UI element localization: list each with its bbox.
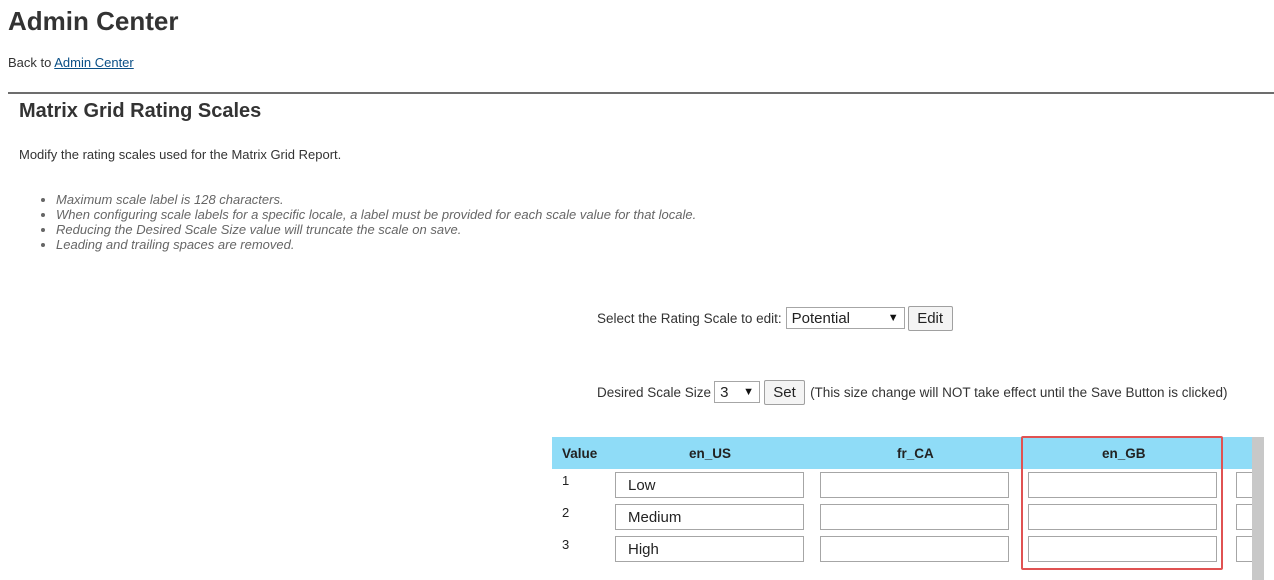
row-value: 1 <box>562 473 570 488</box>
header-value: Value <box>562 446 598 461</box>
en-gb-input[interactable] <box>1028 504 1217 530</box>
fr-ca-input[interactable] <box>820 472 1009 498</box>
header-en-us: en_US <box>689 446 732 461</box>
chevron-down-icon: ▼ <box>887 312 899 324</box>
en-gb-input[interactable] <box>1028 472 1217 498</box>
edit-button[interactable]: Edit <box>907 305 953 331</box>
scale-size-select[interactable]: 3 ▼ <box>714 381 761 403</box>
section-divider <box>8 92 1274 94</box>
fr-ca-input[interactable] <box>820 504 1009 530</box>
header-en-gb: en_GB <box>1102 446 1146 461</box>
note-item: Reducing the Desired Scale Size value wi… <box>56 222 696 237</box>
set-button[interactable]: Set <box>764 379 806 405</box>
section-description: Modify the rating scales used for the Ma… <box>19 147 342 162</box>
en-us-input[interactable]: High <box>615 536 804 562</box>
row-value: 2 <box>562 505 570 520</box>
rating-scale-grid: Value en_US fr_CA en_GB 1 Low 2 Medium 3… <box>552 437 1264 580</box>
fr-ca-input[interactable] <box>820 536 1009 562</box>
en-gb-input[interactable] <box>1028 536 1217 562</box>
note-item: Maximum scale label is 128 characters. <box>56 192 696 207</box>
rating-scale-selected: Potential <box>791 309 850 327</box>
header-fr-ca: fr_CA <box>897 446 934 461</box>
grid-header: Value en_US fr_CA en_GB <box>552 437 1252 469</box>
scale-size-label: Desired Scale Size <box>597 384 712 400</box>
section-title: Matrix Grid Rating Scales <box>19 100 262 122</box>
scale-size-selected: 3 <box>720 383 729 401</box>
admin-center-page: Admin Center Back to Admin Center Matrix… <box>0 0 1274 580</box>
rating-scale-row: Select the Rating Scale to edit: Potenti… <box>597 305 953 331</box>
en-us-input[interactable]: Low <box>615 472 804 498</box>
rating-scale-select[interactable]: Potential ▼ <box>785 307 905 329</box>
chevron-down-icon: ▼ <box>743 386 755 398</box>
scale-size-row: Desired Scale Size 3 ▼ Set (This size ch… <box>597 379 1228 405</box>
note-item: Leading and trailing spaces are removed. <box>56 237 696 252</box>
note-item: When configuring scale labels for a spec… <box>56 207 696 222</box>
admin-center-link[interactable]: Admin Center <box>54 55 133 70</box>
page-title: Admin Center <box>8 6 179 36</box>
rating-scale-label: Select the Rating Scale to edit: <box>597 310 782 326</box>
notes-list: Maximum scale label is 128 characters. W… <box>38 192 696 252</box>
back-prefix: Back to <box>8 55 52 70</box>
grid-scrollbar[interactable] <box>1252 437 1264 580</box>
scale-size-note: (This size change will NOT take effect u… <box>810 384 1228 400</box>
back-link-row: Back to Admin Center <box>8 55 134 70</box>
en-us-input[interactable]: Medium <box>615 504 804 530</box>
row-value: 3 <box>562 537 570 552</box>
